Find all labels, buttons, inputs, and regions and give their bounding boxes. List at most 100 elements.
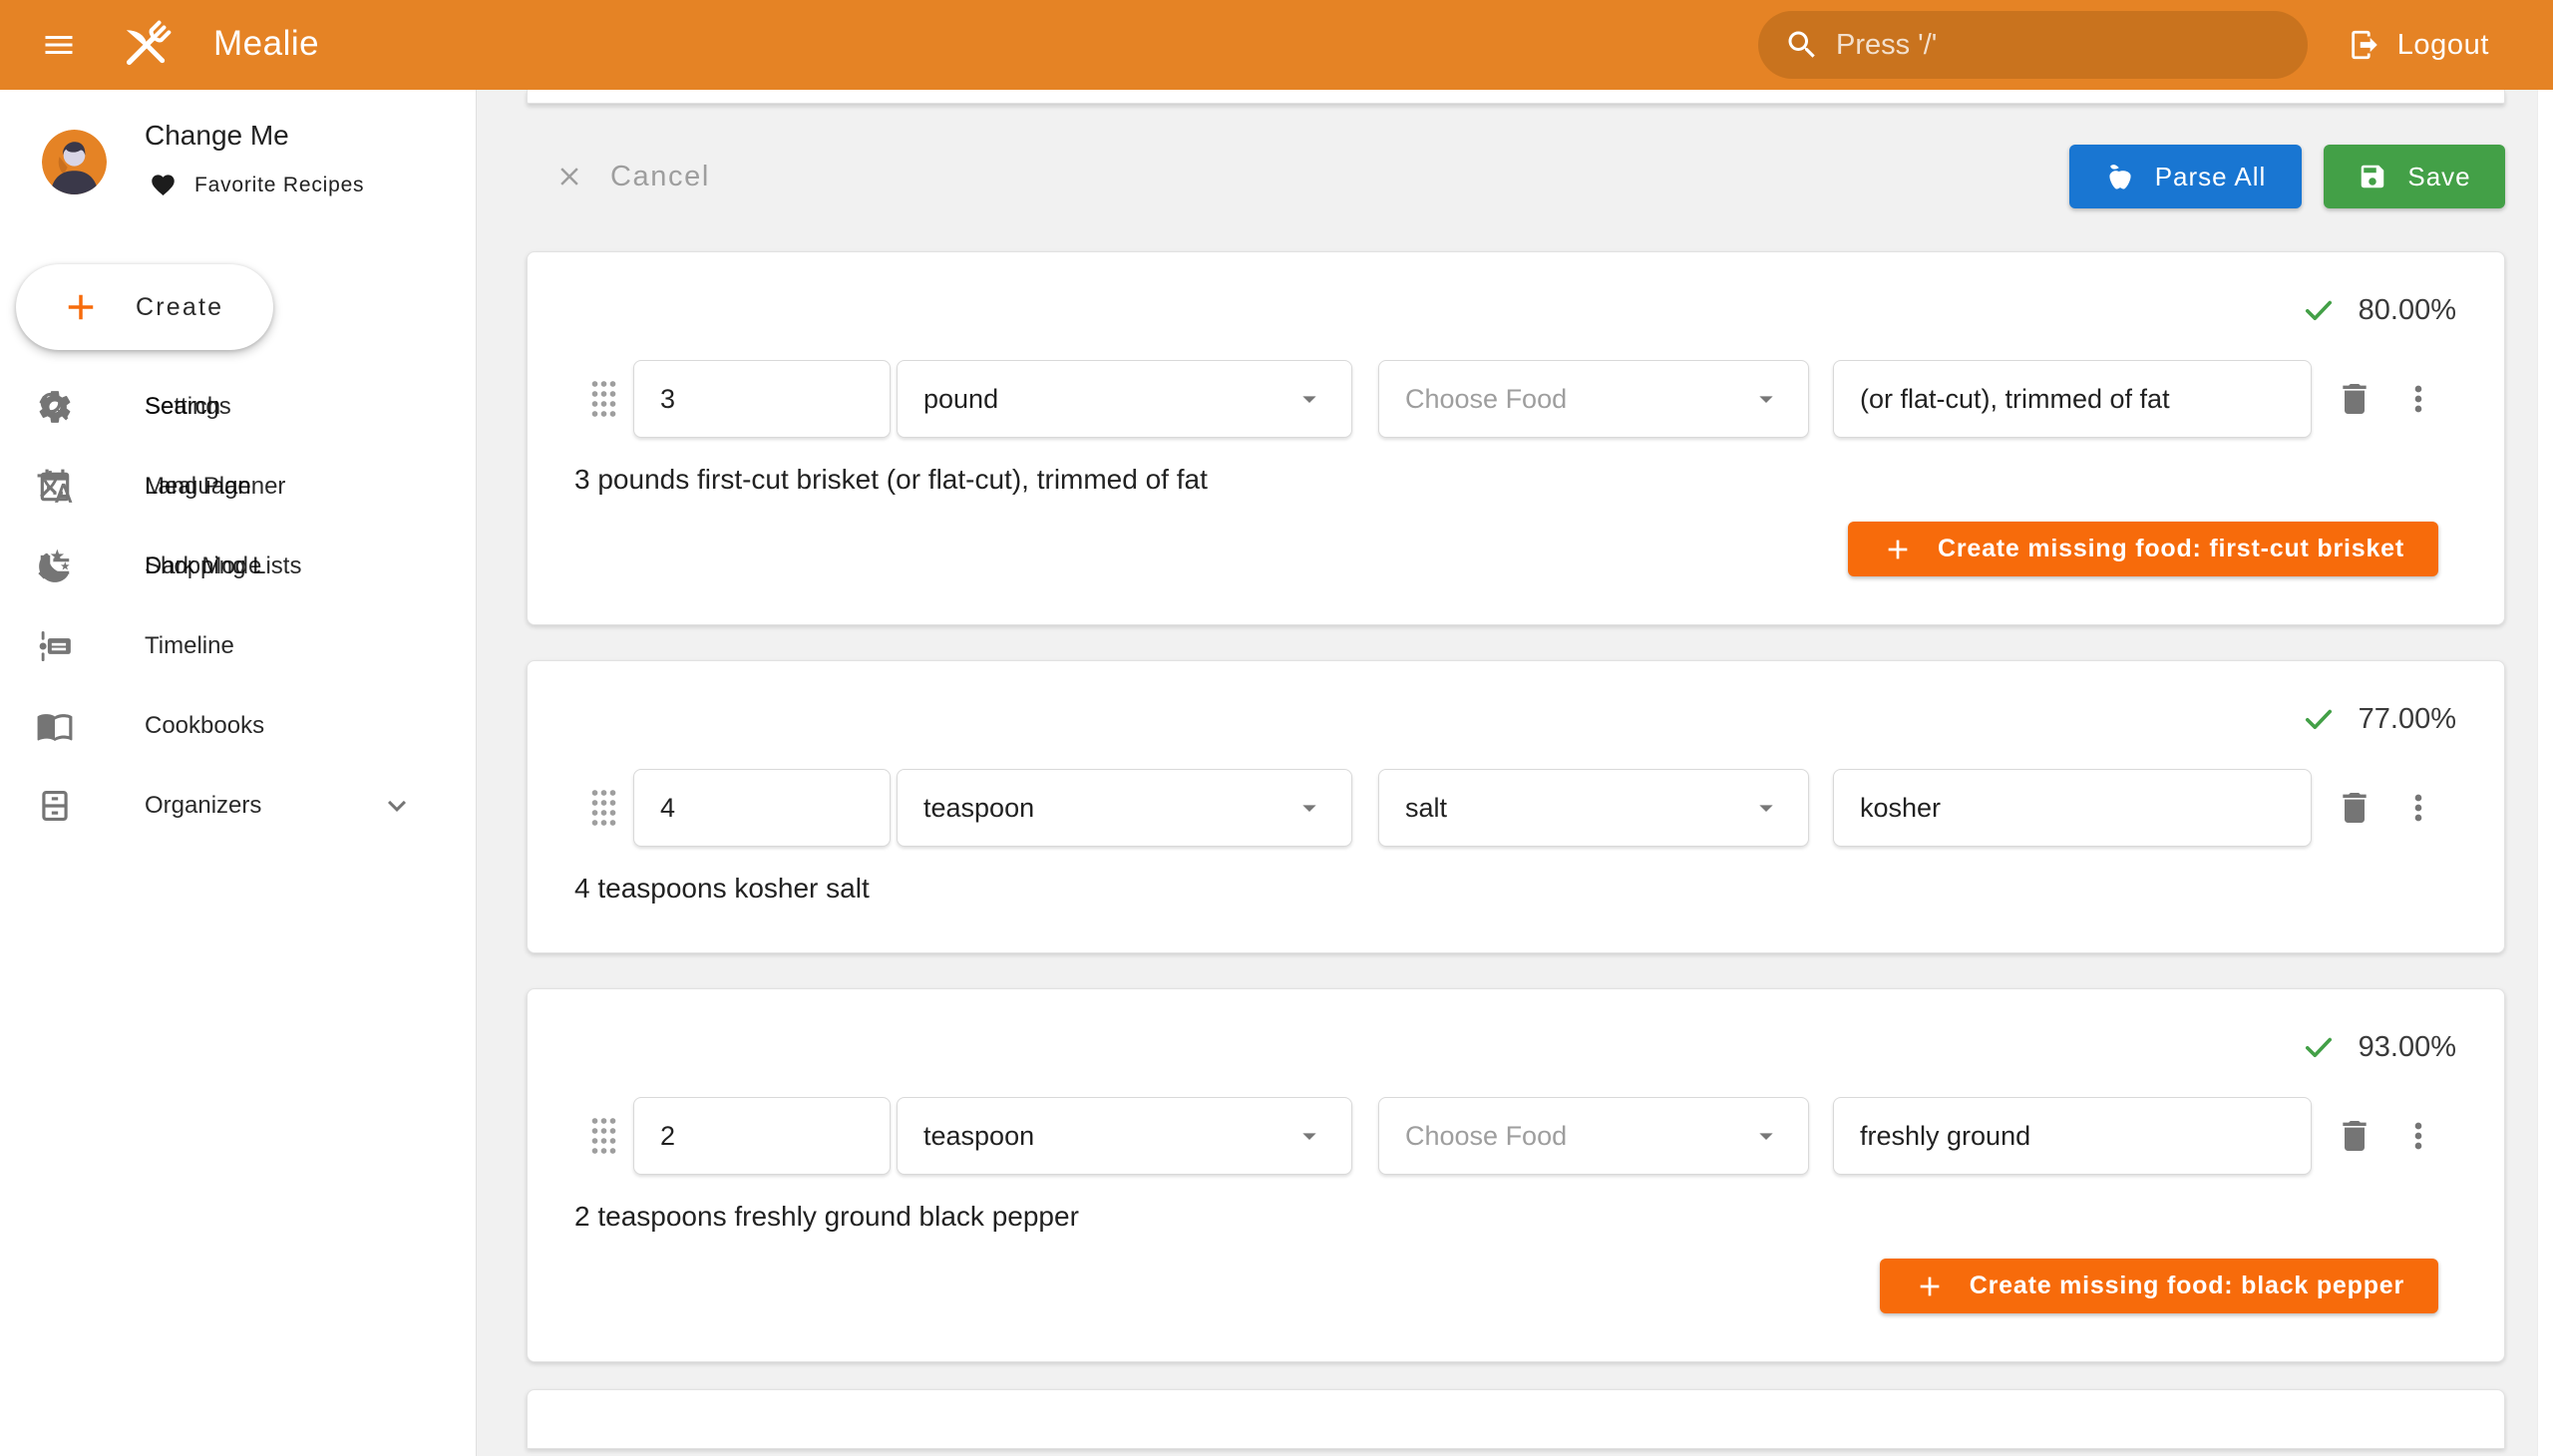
check-icon	[2301, 292, 2337, 328]
food-select[interactable]: salt	[1378, 769, 1809, 847]
mealie-app: Mealie Logout Change Me Favorite Recipes	[0, 0, 2553, 1456]
save-button[interactable]: Save	[2324, 145, 2505, 208]
moon-icon	[36, 547, 74, 585]
logout-icon	[2348, 28, 2381, 62]
favorite-recipes-link[interactable]: Favorite Recipes	[150, 172, 364, 198]
ingredient-card: 77.00% teaspoon salt 4 teaspoons kosher …	[527, 660, 2505, 953]
original-ingredient-text: 4 teaspoons kosher salt	[574, 873, 2504, 905]
missing-food-row: Create missing food: black pepper	[528, 1259, 2438, 1313]
global-search[interactable]	[1758, 11, 2308, 79]
menu-icon[interactable]	[40, 27, 78, 63]
unit-value: pound	[923, 384, 998, 415]
scrollbar[interactable]	[2537, 90, 2553, 1456]
food-value: salt	[1405, 793, 1447, 824]
dropdown-caret-icon	[1293, 1120, 1325, 1152]
sidebar-item-language[interactable]: Language	[0, 447, 477, 527]
drag-handle-icon[interactable]	[590, 379, 617, 419]
drag-handle-icon[interactable]	[590, 1116, 617, 1156]
create-missing-food-button[interactable]: Create missing food: first-cut brisket	[1848, 522, 2438, 576]
search-icon	[1784, 27, 1820, 63]
plus-icon	[1882, 534, 1914, 565]
ingredient-card: 93.00% teaspoon Choose Food 2 teaspoons …	[527, 988, 2505, 1362]
kebab-menu-icon	[2398, 379, 2438, 419]
more-options-button[interactable]	[2396, 1109, 2440, 1163]
original-ingredient-text: 2 teaspoons freshly ground black pepper	[574, 1201, 2504, 1233]
confidence-value: 93.00%	[2359, 1031, 2456, 1064]
trash-icon	[2335, 1116, 2374, 1156]
confidence-value: 80.00%	[2359, 294, 2456, 327]
ingredient-fields-row: pound Choose Food	[528, 360, 2504, 438]
food-value: Choose Food	[1405, 384, 1567, 415]
close-icon	[554, 162, 584, 191]
confidence-row: 93.00%	[528, 989, 2504, 1065]
unit-select[interactable]: pound	[897, 360, 1352, 438]
unit-select[interactable]: teaspoon	[897, 1097, 1352, 1175]
scrolled-card-edge	[527, 90, 2505, 104]
create-missing-food-label: Create missing food: first-cut brisket	[1938, 535, 2404, 563]
confidence-value: 77.00%	[2359, 703, 2456, 736]
parse-all-button[interactable]: Parse All	[2069, 145, 2302, 208]
note-input[interactable]	[1833, 769, 2312, 847]
translate-icon	[36, 468, 74, 506]
trash-icon	[2335, 788, 2374, 828]
create-missing-food-label: Create missing food: black pepper	[1970, 1272, 2404, 1300]
dropdown-caret-icon	[1293, 383, 1325, 415]
drag-handle-icon[interactable]	[590, 788, 617, 828]
user-name: Change Me	[145, 120, 289, 152]
food-value: Choose Food	[1405, 1121, 1567, 1152]
logout-button[interactable]: Logout	[2348, 0, 2489, 90]
confidence-row: 80.00%	[528, 252, 2504, 328]
more-options-button[interactable]	[2396, 781, 2440, 835]
ingredient-card: 80.00% pound Choose Food 3 pounds first-…	[527, 251, 2505, 625]
quantity-input[interactable]	[633, 1097, 891, 1175]
unit-value: teaspoon	[923, 1121, 1034, 1152]
delete-ingredient-button[interactable]	[2333, 372, 2376, 426]
note-input[interactable]	[1833, 1097, 2312, 1175]
check-icon	[2301, 1029, 2337, 1065]
plus-icon	[1914, 1271, 1946, 1302]
plus-icon	[60, 286, 102, 328]
ingredient-card-list: 80.00% pound Choose Food 3 pounds first-…	[527, 251, 2505, 1362]
gear-icon	[36, 388, 74, 426]
missing-food-row: Create missing food: first-cut brisket	[528, 522, 2438, 576]
avatar[interactable]	[42, 130, 107, 194]
quantity-input[interactable]	[633, 769, 891, 847]
app-title: Mealie	[213, 24, 319, 64]
quantity-input[interactable]	[633, 360, 891, 438]
dropdown-caret-icon	[1750, 1120, 1782, 1152]
sidebar-item-dark-mode[interactable]: Dark Mode	[0, 527, 477, 606]
cancel-button[interactable]: Cancel	[554, 161, 710, 193]
unit-select[interactable]: teaspoon	[897, 769, 1352, 847]
create-button[interactable]: Create	[16, 264, 273, 350]
check-icon	[2301, 701, 2337, 737]
ingredient-fields-row: teaspoon salt	[528, 769, 2504, 847]
dropdown-caret-icon	[1750, 792, 1782, 824]
delete-ingredient-button[interactable]	[2333, 1109, 2376, 1163]
delete-ingredient-button[interactable]	[2333, 781, 2376, 835]
heart-icon	[150, 172, 177, 198]
food-select[interactable]: Choose Food	[1378, 360, 1809, 438]
trash-icon	[2335, 379, 2374, 419]
dropdown-caret-icon	[1293, 792, 1325, 824]
create-missing-food-button[interactable]: Create missing food: black pepper	[1880, 1259, 2438, 1313]
more-options-button[interactable]	[2396, 372, 2440, 426]
kebab-menu-icon	[2398, 788, 2438, 828]
sidebar: Change Me Favorite Recipes Create Search…	[0, 90, 477, 1456]
app-header: Mealie Logout	[0, 0, 2553, 90]
next-card-edge	[527, 1389, 2505, 1449]
note-input[interactable]	[1833, 360, 2312, 438]
mealie-logo-icon	[110, 8, 183, 82]
sidebar-bottom-nav: Settings Language Dark Mode	[0, 367, 477, 1436]
ingredient-fields-row: teaspoon Choose Food	[528, 1097, 2504, 1175]
original-ingredient-text: 3 pounds first-cut brisket (or flat-cut)…	[574, 464, 2504, 496]
unit-value: teaspoon	[923, 793, 1034, 824]
main-content: Cancel Parse All Save 80.00% pou	[477, 90, 2537, 1456]
parser-toolbar: Cancel Parse All Save	[527, 144, 2505, 209]
search-input[interactable]	[1836, 29, 2282, 62]
confidence-row: 77.00%	[528, 661, 2504, 737]
kebab-menu-icon	[2398, 1116, 2438, 1156]
dropdown-caret-icon	[1750, 383, 1782, 415]
sidebar-item-settings[interactable]: Settings	[0, 367, 477, 447]
food-select[interactable]: Choose Food	[1378, 1097, 1809, 1175]
apple-icon	[2105, 162, 2135, 191]
